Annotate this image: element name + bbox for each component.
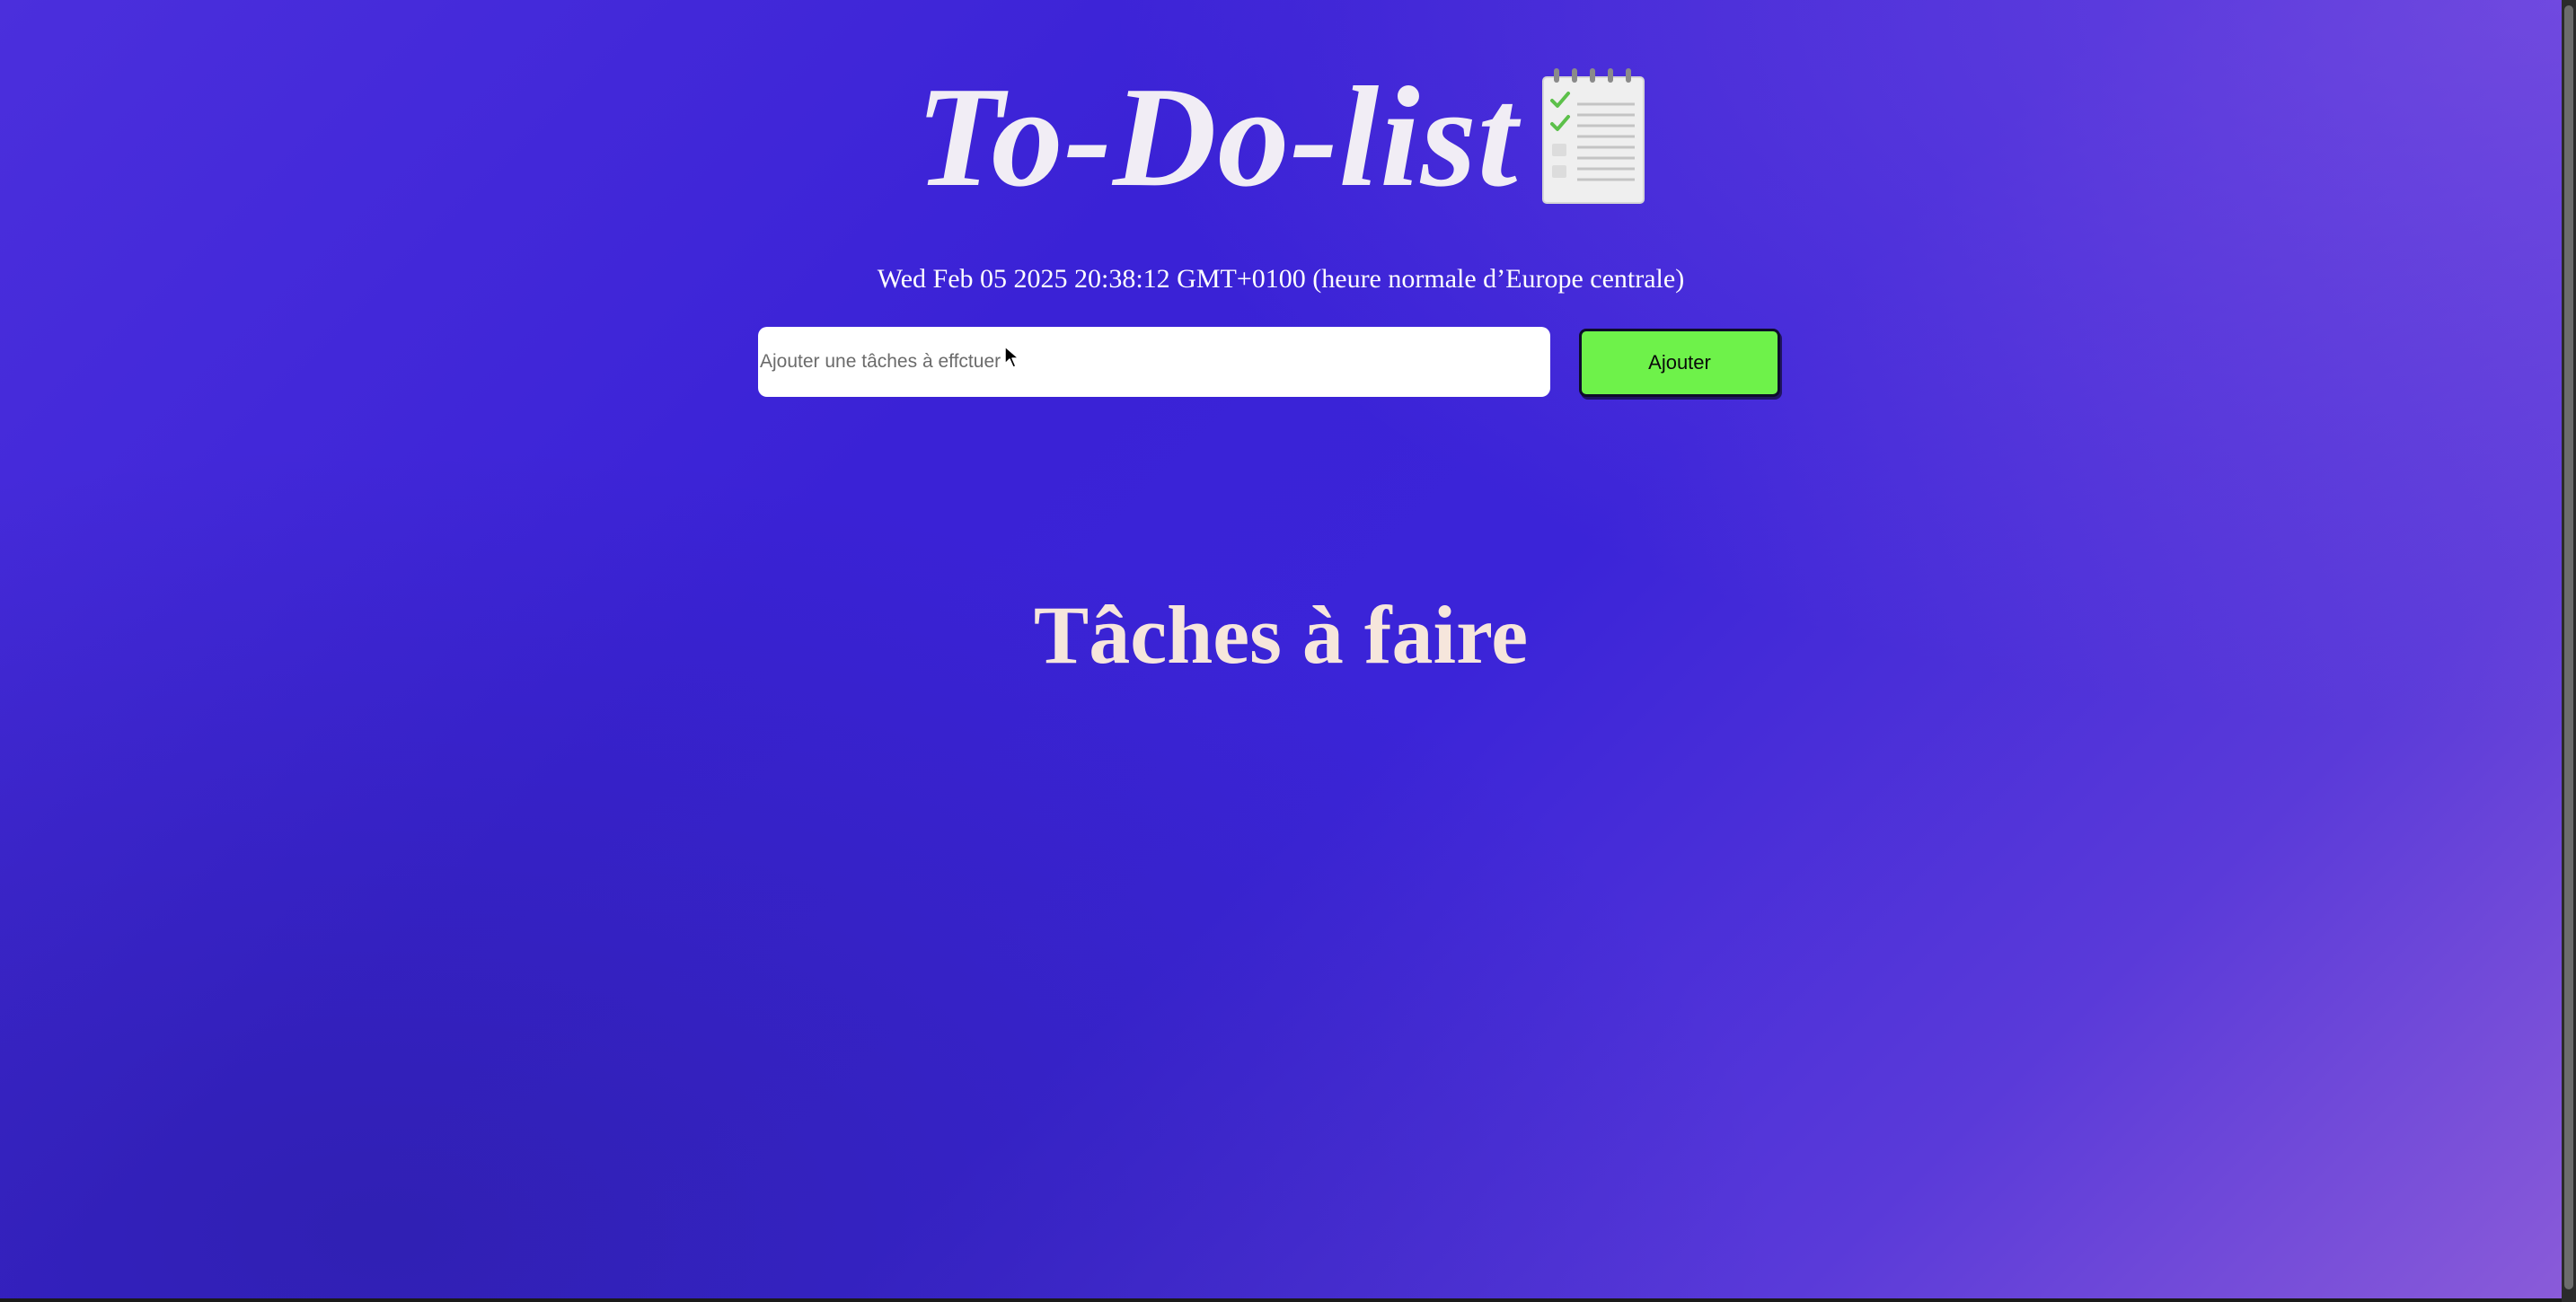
- scrollbar-thumb[interactable]: [2564, 5, 2573, 1289]
- mouse-cursor-icon: [1004, 346, 1019, 368]
- current-date-text: Wed Feb 05 2025 20:38:12 GMT+0100 (heure…: [877, 264, 1685, 294]
- app-title: To-Do-list: [915, 57, 1519, 216]
- scrollbar[interactable]: [2562, 0, 2576, 1302]
- task-list: [758, 718, 1782, 727]
- add-task-button[interactable]: Ajouter: [1579, 329, 1780, 397]
- add-task-form: Ajouter: [758, 327, 1782, 399]
- task-input[interactable]: [758, 327, 1550, 397]
- app-background: To-Do-list Wed Feb 05 2025 20:38:12 GMT+…: [0, 0, 2562, 1298]
- app-header: To-Do-list: [0, 56, 2562, 217]
- notepad-checklist-icon: [1542, 68, 1645, 204]
- tasks-section-title: Tâches à faire: [1033, 589, 1529, 681]
